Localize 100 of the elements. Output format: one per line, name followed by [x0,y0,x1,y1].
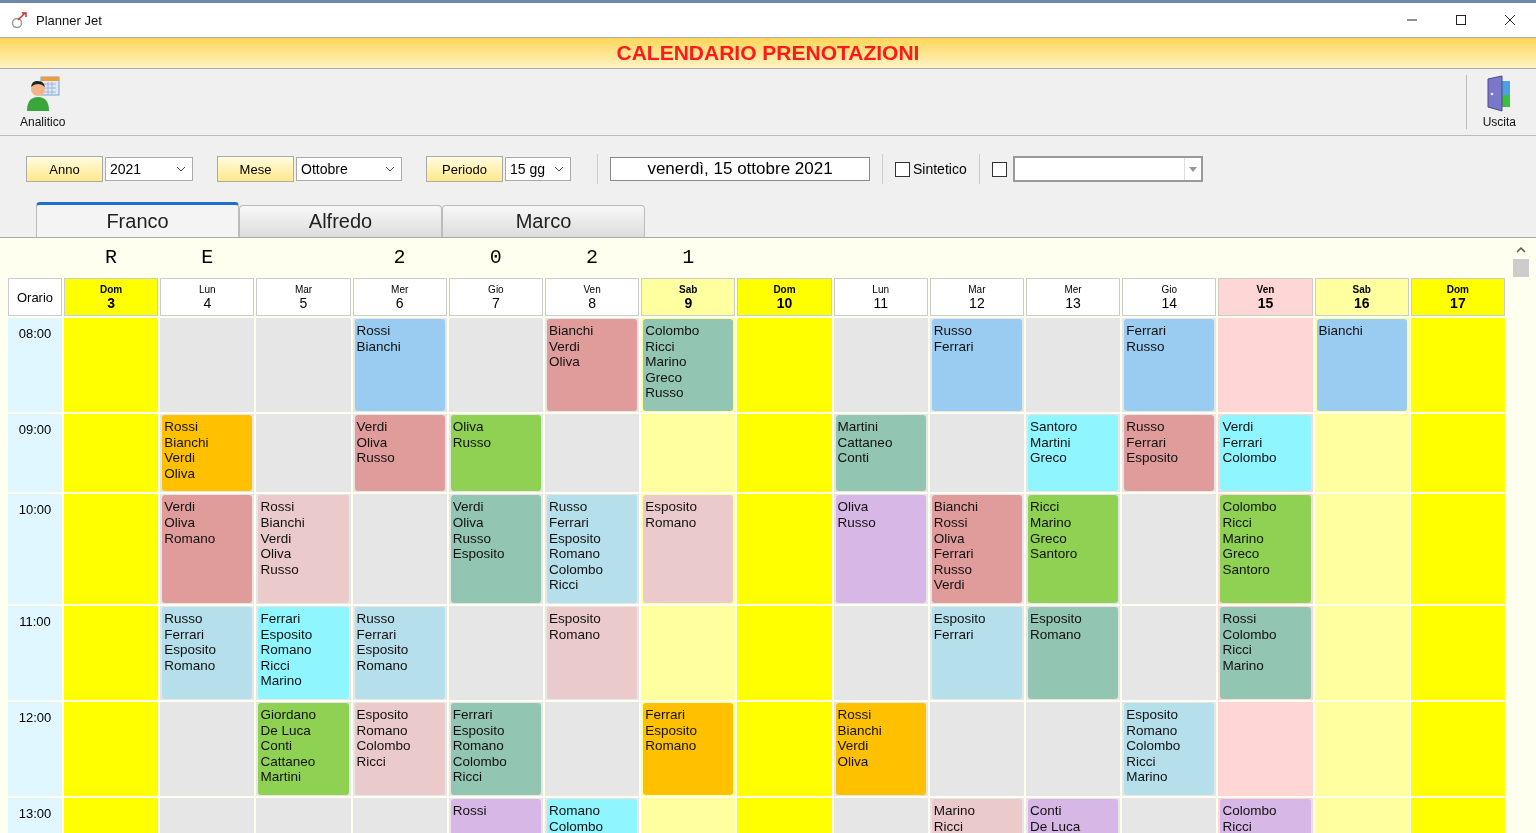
booking-card[interactable]: Colombo Ricci Marino Greco Santoro [1220,495,1311,603]
booking-card[interactable]: Verdi Ferrari Colombo [1220,415,1311,492]
booking-name: De Luca [260,722,312,739]
booking-name: Ferrari [933,546,975,562]
booking-card[interactable]: Russo Ferrari Esposito Romano [162,607,253,699]
booking-card[interactable]: Oliva Russo [835,495,926,603]
booking-name: Bianchi [933,499,980,515]
time-cell: 08:00 [8,318,62,412]
booking-name: Greco [1222,546,1261,562]
booking-card[interactable]: Ferrari Esposito Romano Ricci Marino [258,607,349,699]
booking-name: Ricci [933,818,965,833]
booking-name: Russo [837,515,877,531]
tab[interactable]: Marco [442,205,645,237]
booking-card[interactable]: Colombo Ricci Marino Greco Russo [643,319,734,411]
booking-card[interactable]: Giordano De Luca Conti Cattaneo Martini [258,703,349,795]
booking-name: Ferrari [260,611,302,627]
time-cell: 10:00 [8,494,62,604]
booking-card[interactable]: Colombo Ricci [1220,799,1311,833]
booking-card[interactable]: Rossi Colombo Ricci Marino [1220,607,1311,699]
filter-label-button[interactable]: Mese [217,156,294,182]
booking-name: Ferrari [1126,434,1167,451]
booking-name: Colombo [1222,626,1278,643]
sintetico-checkbox[interactable]: Sintetico [895,161,967,177]
booking-card[interactable]: Esposito Romano [547,607,638,699]
booking-name: Oliva [356,434,389,451]
booking-card[interactable]: Esposito Romano [643,495,734,603]
booking-card[interactable]: Bianchi Verdi Oliva [547,319,638,411]
booking-card[interactable]: Rossi Bianchi Verdi Oliva [835,703,926,795]
booking-name: Ricci [1126,753,1157,770]
booking-card[interactable]: Rossi Bianchi [354,319,445,411]
booking-card[interactable]: Esposito Ferrari [931,607,1022,699]
booking-name: Ferrari [645,707,686,723]
day-header: Gio 7 [448,278,543,316]
booking-name: Colombo [1222,803,1278,819]
booking-card[interactable]: Ferrari Esposito Romano Colombo Ricci [450,703,541,795]
booking-name: Verdi [356,419,389,435]
booking-card[interactable]: Conti De Luca [1028,799,1119,833]
booking-name: Esposito [645,722,698,739]
booking-card[interactable]: Santoro Martini Greco [1028,415,1119,492]
booking-name: Ferrari [356,626,398,643]
booking-name: Colombo [1126,738,1182,754]
booking-name: Romano [645,515,698,531]
booking-name: Greco [1030,530,1068,547]
booking-card[interactable]: Marino Ricci [931,799,1022,833]
booking-card[interactable]: Ferrari Esposito Romano [643,703,734,795]
dropdown[interactable] [1012,156,1203,182]
filter-label-button[interactable]: Periodo [426,156,503,182]
booking-name: Russo [1126,338,1166,355]
booking-name: Colombo [549,818,604,833]
booking-card[interactable]: Esposito Romano [1028,607,1119,699]
date-field[interactable]: venerdì, 15 ottobre 2021 [610,157,870,181]
checkbox[interactable] [991,161,1007,177]
analytic-button[interactable]: Analitico [14,73,72,131]
booking-card[interactable]: Russo Ferrari [931,319,1022,411]
booking-name: Martini [1030,434,1072,451]
booking-name: Russo [933,561,974,578]
booking-name: Romano [549,626,601,643]
booking-card[interactable]: Verdi Oliva Russo Esposito [450,495,541,603]
booking-card[interactable]: Esposito Romano Colombo Ricci Marino [1124,703,1215,795]
booking-name: Ricci [1222,642,1253,658]
dropdown[interactable]: 2021 [105,157,193,181]
booking-name: Cattaneo [260,753,317,770]
booking-card[interactable]: Verdi Oliva Russo [354,415,445,492]
maximize-icon[interactable] [1455,14,1467,26]
booking-name: Rossi [452,803,488,819]
booking-name: Ricci [260,657,291,674]
booking-name: Ferrari [933,626,975,643]
booking-name: Conti [260,738,293,754]
filter-label-button[interactable]: Anno [26,156,103,182]
booking-name: Ferrari [1222,434,1264,451]
day-header: Dom 3 [64,278,159,316]
booking-card[interactable]: Martini Cattaneo Conti [835,415,926,492]
booking-card[interactable]: Romano Colombo [547,799,638,833]
booking-card[interactable]: Bianchi [1316,319,1407,411]
booking-card[interactable]: Rossi [450,799,541,833]
dropdown[interactable]: Ottobre [296,157,402,181]
tab[interactable]: Alfredo [239,205,442,237]
booking-card[interactable]: Russo Ferrari Esposito Romano Colombo Ricci [547,495,638,603]
scroll-up-icon[interactable] [1516,246,1526,253]
booking-name: Ricci [549,577,580,593]
scroll-thumb[interactable] [1513,259,1529,277]
exit-button[interactable]: Uscita [1476,73,1522,131]
booking-card[interactable]: Ricci Marino Greco Santoro [1028,495,1119,603]
booking-name: Romano [356,722,409,739]
booking-name: Ricci [356,753,387,770]
booking-name: Marino [645,354,688,370]
booking-card[interactable]: Bianchi Rossi Oliva Ferrari Russo Verdi [931,495,1022,603]
booking-card[interactable]: Ferrari Russo [1124,319,1215,411]
booking-card[interactable]: Esposito Romano Colombo Ricci [354,703,445,795]
booking-card[interactable]: Rossi Bianchi Verdi Oliva [162,415,253,492]
booking-card[interactable]: Rossi Bianchi Verdi Oliva Russo [258,495,349,603]
booking-card[interactable]: Russo Ferrari Esposito Romano [354,607,445,699]
booking-card[interactable]: Russo Ferrari Esposito [1124,415,1215,492]
booking-card[interactable]: Verdi Oliva Romano [162,495,253,603]
close-icon[interactable] [1504,14,1516,26]
tab[interactable]: Franco [36,202,239,237]
booking-card[interactable]: Oliva Russo [450,415,541,492]
dropdown[interactable]: 15 gg [505,157,571,181]
booking-name: Colombo [452,753,508,770]
chevron-icon [176,166,186,172]
